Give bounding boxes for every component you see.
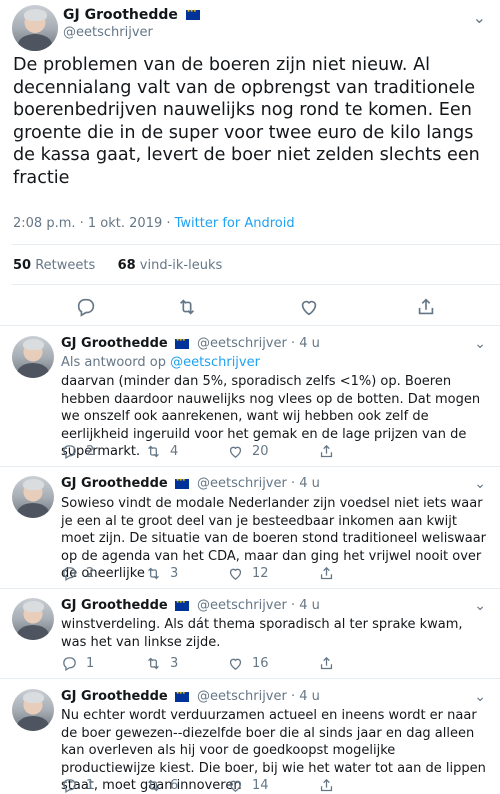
tweet-text: De problemen van de boeren zijn niet nie… [13, 55, 480, 188]
reply-count[interactable]: 2 [61, 565, 94, 582]
reply-tweet[interactable]: GJ Groothedde @eetschrijver · 4 u ⌄ Als … [0, 336, 500, 470]
author-handle[interactable]: @eetschrijver · 4 u [197, 689, 320, 704]
share-icon[interactable] [318, 565, 343, 582]
reply-tweet[interactable]: GJ Groothedde @eetschrijver · 4 u ⌄ wins… [0, 598, 500, 674]
author-handle[interactable]: @eetschrijver · 4 u [197, 598, 320, 613]
like-count[interactable]: 14 [227, 777, 269, 794]
reply-icon [63, 779, 76, 794]
author-name[interactable]: GJ Groothedde [61, 598, 168, 613]
share-icon[interactable] [318, 655, 343, 672]
avatar[interactable] [12, 689, 54, 731]
reply-icon[interactable] [75, 296, 99, 318]
heart-icon [229, 658, 242, 670]
reply-to-link[interactable]: @eetschrijver [170, 355, 260, 370]
tweet-time[interactable]: 2:08 p.m. · 1 okt. 2019 · [13, 216, 175, 231]
reply-action-bar: 1 3 16 [61, 655, 481, 673]
tweet-source-link[interactable]: Twitter for Android [175, 216, 295, 231]
like-count[interactable]: 16 [227, 655, 269, 672]
divider [0, 325, 500, 326]
author-name[interactable]: GJ Groothedde [61, 476, 168, 491]
chevron-down-icon[interactable]: ⌄ [474, 689, 486, 705]
reply-action-bar: 2 3 12 [61, 565, 481, 583]
heart-icon [229, 446, 242, 458]
share-icon[interactable] [318, 777, 343, 794]
author-name[interactable]: GJ Groothedde [61, 689, 168, 704]
likes-stat[interactable]: 68 vind-ik-leuks [118, 258, 223, 273]
reply-icon [63, 445, 76, 460]
reply-action-bar: 2 4 20 [61, 443, 481, 461]
heart-icon[interactable] [298, 296, 322, 318]
reply-to-label: Als antwoord op @eetschrijver [61, 355, 260, 370]
reply-tweet[interactable]: GJ Groothedde @eetschrijver · 4 u ⌄ Nu e… [0, 689, 500, 794]
tweet-timestamp: 2:08 p.m. · 1 okt. 2019 · Twitter for An… [13, 216, 295, 231]
author-handle[interactable]: @eetschrijver · 4 u [197, 336, 320, 351]
retweet-icon [148, 657, 159, 670]
divider [12, 284, 500, 285]
avatar[interactable] [12, 476, 54, 518]
retweet-count[interactable]: 4 [145, 443, 178, 460]
avatar[interactable] [12, 598, 54, 640]
retweet-count[interactable]: 3 [145, 565, 178, 582]
avatar[interactable] [12, 336, 54, 378]
divider [0, 588, 500, 589]
divider [0, 466, 500, 467]
eu-flag-icon [174, 337, 189, 349]
like-count[interactable]: 12 [227, 565, 269, 582]
reply-count[interactable]: 1 [61, 777, 94, 794]
author-handle[interactable]: @eetschrijver [63, 25, 153, 40]
reply-tweet[interactable]: GJ Groothedde @eetschrijver · 4 u ⌄ Sowi… [0, 476, 500, 586]
share-icon[interactable] [318, 443, 343, 460]
divider [0, 678, 500, 679]
reply-icon [63, 657, 76, 672]
divider [12, 244, 500, 245]
reply-icon [63, 567, 76, 582]
author-handle[interactable]: @eetschrijver · 4 u [197, 476, 320, 491]
retweets-stat[interactable]: 50 Retweets [13, 258, 95, 273]
heart-icon [229, 780, 242, 792]
heart-icon [229, 568, 242, 580]
retweet-icon [148, 445, 159, 458]
tweet-stats: 50 Retweets 68 vind-ik-leuks [13, 258, 222, 273]
chevron-down-icon[interactable]: ⌄ [473, 8, 486, 27]
reply-text: winstverdeling. Als dát thema sporadisch… [61, 617, 463, 650]
chevron-down-icon[interactable]: ⌄ [474, 336, 486, 352]
retweet-icon [148, 567, 159, 580]
avatar[interactable] [12, 5, 58, 51]
like-count[interactable]: 20 [227, 443, 269, 460]
eu-flag-icon [174, 477, 189, 489]
eu-flag-icon [174, 599, 189, 611]
reply-count[interactable]: 2 [61, 443, 94, 460]
chevron-down-icon[interactable]: ⌄ [474, 598, 486, 614]
main-action-bar [0, 296, 500, 318]
eu-flag-icon [174, 690, 189, 702]
retweet-icon [148, 779, 159, 792]
retweet-count[interactable]: 3 [145, 655, 178, 672]
share-icon[interactable] [415, 296, 439, 318]
reply-count[interactable]: 1 [61, 655, 94, 672]
eu-flag-icon [185, 8, 200, 20]
author-name[interactable]: GJ Groothedde [63, 7, 178, 23]
reply-action-bar: 1 6 14 [61, 777, 481, 794]
chevron-down-icon[interactable]: ⌄ [474, 476, 486, 492]
retweet-icon[interactable] [176, 296, 200, 318]
author-name[interactable]: GJ Groothedde [61, 336, 168, 351]
retweet-count[interactable]: 6 [145, 777, 178, 794]
